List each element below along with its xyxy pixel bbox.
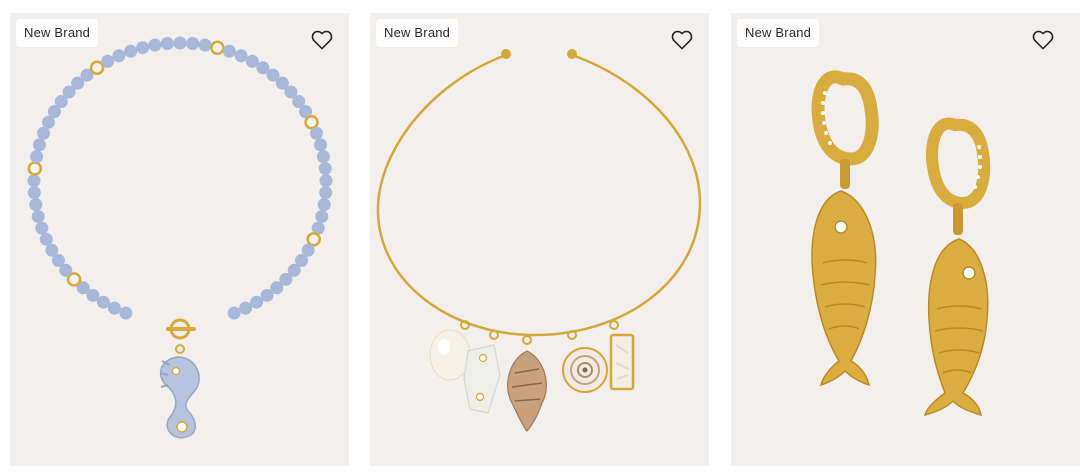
wishlist-button[interactable] bbox=[1030, 27, 1056, 53]
product-image[interactable] bbox=[370, 13, 709, 466]
heart-outline-icon bbox=[671, 30, 693, 50]
product-card[interactable]: New Brand bbox=[10, 13, 349, 466]
product-image[interactable] bbox=[731, 13, 1080, 466]
new-brand-badge: New Brand bbox=[737, 19, 820, 47]
product-grid: New Brand New Brand New Brand bbox=[0, 0, 1080, 472]
new-brand-badge: New Brand bbox=[16, 19, 99, 47]
new-brand-badge: New Brand bbox=[376, 19, 459, 47]
wishlist-button[interactable] bbox=[669, 27, 695, 53]
product-card[interactable]: New Brand bbox=[370, 13, 709, 466]
product-card[interactable]: New Brand bbox=[731, 13, 1080, 466]
wishlist-button[interactable] bbox=[309, 27, 335, 53]
heart-outline-icon bbox=[1032, 30, 1054, 50]
heart-outline-icon bbox=[311, 30, 333, 50]
product-image[interactable] bbox=[10, 13, 349, 466]
